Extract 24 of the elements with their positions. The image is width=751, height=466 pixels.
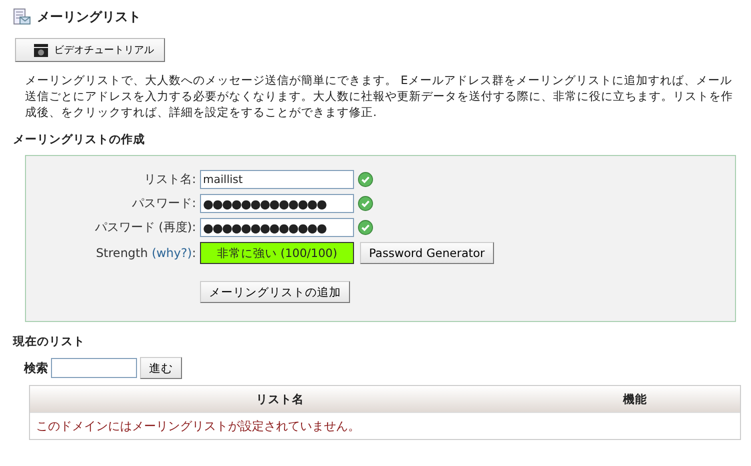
password-field[interactable]: ●●●●●●●●●●●●● — [200, 194, 354, 213]
why-link[interactable]: (why?) — [152, 246, 192, 260]
search-label: 検索 — [24, 360, 48, 376]
go-button[interactable]: 進む — [140, 357, 182, 379]
strength-reading: 非常に強い (100/100) — [216, 244, 338, 262]
camera-icon — [34, 44, 48, 56]
column-header: リスト名 — [255, 392, 305, 406]
section-heading: 現在のリスト — [13, 334, 86, 349]
strength-label: Strength (why?): — [94, 246, 196, 260]
search-field[interactable] — [51, 358, 137, 378]
field-label: パスワード (再度): — [94, 219, 196, 236]
video-tutorial-button[interactable]: ビデオチュートリアル — [15, 38, 165, 62]
description-text: メーリングリストで、大人数へのメッセージ送信が簡単にできます。 Eメールアドレス群をメーリングリストに追加すれば、メール送信ごとにアドレスを入力する必要がなくなります。大人数に社報や更新データを送付する際に、非常に役に立ちます。リストを作成後、をクリックすれば、詳細を設定をすることができます修正. — [25, 72, 734, 120]
section-heading: メーリングリストの作成 — [13, 132, 146, 147]
column-header: 機能 — [622, 392, 648, 406]
mail-list-icon — [13, 8, 31, 26]
field-label: リスト名: — [142, 171, 196, 188]
page-title: メーリングリスト — [37, 9, 141, 26]
empty-message: このドメインにはメーリングリストが設定されていません。 — [35, 418, 361, 434]
password-generator-button[interactable]: Password Generator — [360, 242, 494, 264]
input-field[interactable]: maillist — [200, 170, 354, 189]
password-field[interactable]: ●●●●●●●●●●●●● — [200, 218, 354, 237]
field-label: パスワード: — [130, 195, 196, 212]
add-list-button[interactable]: メーリングリストの追加 — [200, 281, 350, 303]
